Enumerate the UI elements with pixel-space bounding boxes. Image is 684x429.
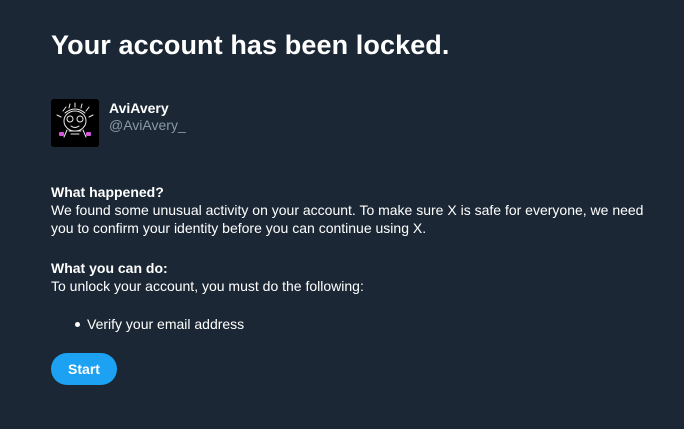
what-happened-heading: What happened? — [51, 184, 164, 200]
what-you-can-do-body: To unlock your account, you must do the … — [51, 278, 364, 294]
avatar — [51, 99, 99, 147]
step-label: Verify your email address — [87, 316, 245, 332]
what-you-can-do-section: What you can do: To unlock your account,… — [51, 259, 651, 295]
start-button[interactable]: Start — [51, 353, 117, 385]
what-happened-section: What happened? We found some unusual act… — [51, 183, 651, 237]
what-you-can-do-heading: What you can do: — [51, 260, 168, 276]
profile-text: AviAvery @AviAvery_ — [109, 99, 186, 134]
page-title: Your account has been locked. — [51, 30, 450, 60]
account-locked-page: Your account has been locked. AviAvery @… — [0, 0, 684, 429]
profile-card: AviAvery @AviAvery_ — [51, 99, 186, 147]
avatar-drawing-icon — [51, 99, 99, 147]
list-item: Verify your email address — [51, 315, 244, 333]
user-handle: @AviAvery_ — [109, 117, 186, 133]
bullet-icon — [75, 322, 80, 327]
steps-list: Verify your email address — [51, 315, 244, 333]
display-name: AviAvery — [109, 100, 169, 116]
what-happened-body: We found some unusual activity on your a… — [51, 202, 644, 236]
